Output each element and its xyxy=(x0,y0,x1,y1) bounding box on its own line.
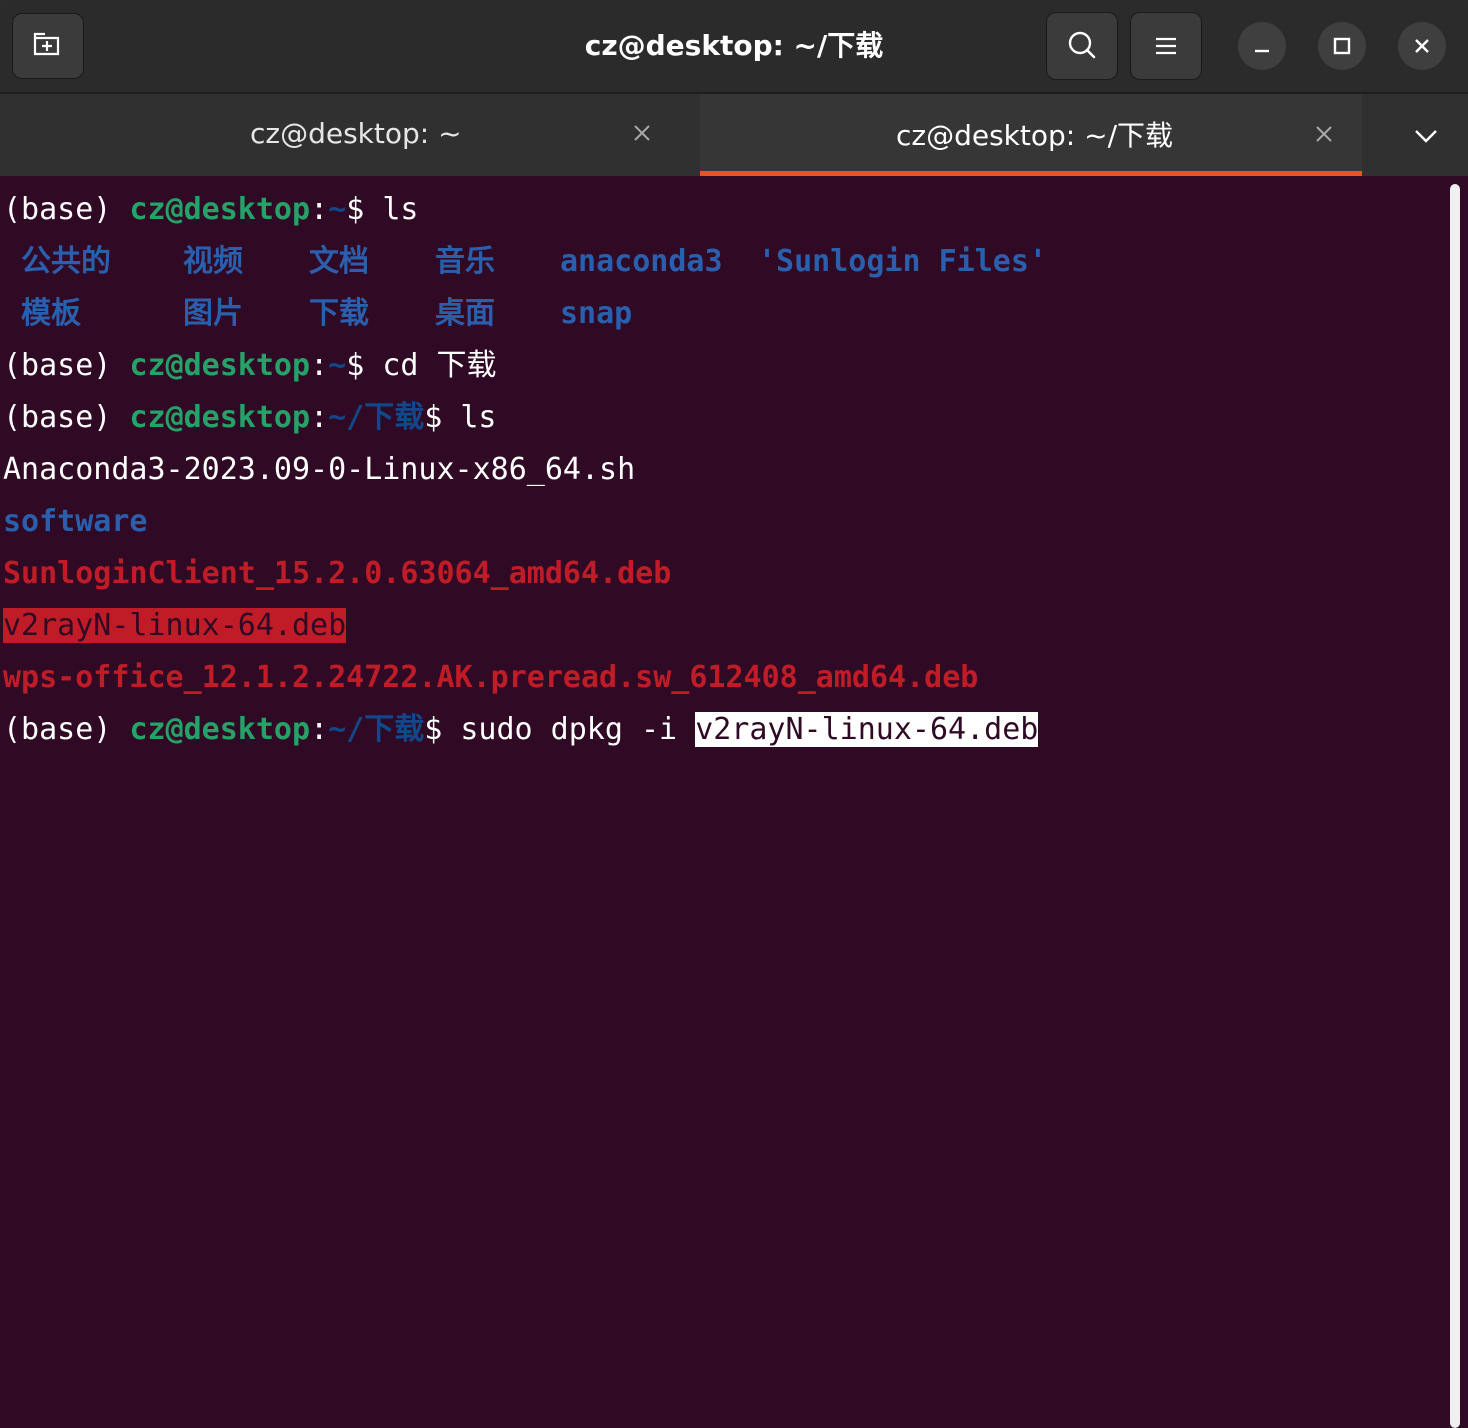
terminal-line: (base) cz@desktop:~/下载$ ls xyxy=(3,392,497,444)
prompt-colon: : xyxy=(310,712,329,747)
tab-downloads-close-button[interactable] xyxy=(1311,121,1337,147)
close-icon xyxy=(1415,39,1429,53)
ls-output-row: 公共的 视频 文档 音乐 anaconda3 'Sunlogin Files' xyxy=(3,236,1103,288)
directory-entry: snap xyxy=(560,296,633,331)
prompt-path: ~/下载 xyxy=(328,712,425,747)
command-text: ls xyxy=(382,192,419,227)
directory-entry: 图片 xyxy=(183,296,243,331)
prompt-colon: : xyxy=(310,400,329,435)
prompt-env: (base) xyxy=(3,348,130,383)
directory-entry: 模板 xyxy=(21,296,81,331)
prompt-user-host: cz@desktop xyxy=(129,712,311,747)
command-text: sudo dpkg -i xyxy=(460,712,696,747)
selected-text[interactable]: v2rayN-linux-64.deb xyxy=(695,712,1039,747)
prompt-dollar: $ xyxy=(346,192,383,227)
prompt-path: ~/下载 xyxy=(328,400,425,435)
prompt-dollar: $ xyxy=(424,400,461,435)
header-bar: cz@desktop: ~/下载 xyxy=(0,0,1468,94)
terminal-input-line[interactable]: (base) cz@desktop:~/下载$ sudo dpkg -i v2r… xyxy=(3,704,1039,756)
prompt-path: ~ xyxy=(328,348,347,383)
tab-home[interactable]: cz@desktop: ~ xyxy=(0,94,700,176)
prompt-path: ~ xyxy=(328,192,347,227)
new-tab-icon xyxy=(33,32,60,56)
prompt-colon: : xyxy=(310,348,329,383)
directory-entry: 下载 xyxy=(309,296,369,331)
new-tab-button[interactable] xyxy=(12,13,84,79)
directory-entry: 视频 xyxy=(183,244,243,279)
ls-output-row: 模板 图片 下载 桌面 snap xyxy=(3,288,1103,340)
command-text: ls xyxy=(460,400,497,435)
close-window-button[interactable] xyxy=(1398,22,1446,70)
directory-entry: software xyxy=(3,504,148,539)
tab-home-close-button[interactable] xyxy=(629,120,655,146)
tab-downloads-label: cz@desktop: ~/下载 xyxy=(896,119,1174,152)
prompt-colon: : xyxy=(310,192,329,227)
search-icon xyxy=(1068,31,1096,59)
terminal-line: (base) cz@desktop:~$ ls xyxy=(3,184,418,236)
minimize-icon xyxy=(1255,49,1269,53)
tab-home-label: cz@desktop: ~ xyxy=(250,117,462,150)
tab-downloads[interactable]: cz@desktop: ~/下载 xyxy=(700,94,1362,176)
prompt-user-host: cz@desktop xyxy=(129,400,311,435)
prompt-env: (base) xyxy=(3,192,130,227)
search-button[interactable] xyxy=(1046,12,1118,80)
file-entry: Anaconda3-2023.09-0-Linux-x86_64.sh xyxy=(3,452,636,487)
tabs-dropdown-button[interactable] xyxy=(1404,118,1448,154)
terminal-scrollbar[interactable] xyxy=(1450,184,1460,1428)
directory-entry: 文档 xyxy=(309,244,369,279)
directory-entry: 音乐 xyxy=(435,244,495,279)
directory-entry: 'Sunlogin Files' xyxy=(758,244,1047,279)
tab-close-icon xyxy=(1316,126,1332,142)
terminal-output[interactable]: (base) cz@desktop:~$ ls 公共的 视频 文档 音乐 ana… xyxy=(0,176,1446,1428)
prompt-dollar: $ xyxy=(424,712,461,747)
prompt-user-host: cz@desktop xyxy=(129,348,311,383)
tab-bar: cz@desktop: ~ cz@desktop: ~/下载 xyxy=(0,94,1468,176)
hamburger-menu-icon xyxy=(1156,37,1176,55)
prompt-env: (base) xyxy=(3,712,130,747)
maximize-button[interactable] xyxy=(1318,22,1366,70)
archive-entry-highlighted: v2rayN-linux-64.deb xyxy=(3,600,347,652)
prompt-env: (base) xyxy=(3,400,130,435)
tab-close-icon xyxy=(634,125,650,141)
archive-entry: wps-office_12.1.2.24722.AK.preread.sw_61… xyxy=(3,660,979,695)
directory-entry: 桌面 xyxy=(435,296,495,331)
directory-entry: 公共的 xyxy=(21,244,111,279)
command-text: cd 下载 xyxy=(382,348,497,383)
terminal-line: (base) cz@desktop:~$ cd 下载 xyxy=(3,340,497,392)
maximize-icon xyxy=(1333,37,1351,55)
prompt-dollar: $ xyxy=(346,348,383,383)
directory-entry: anaconda3 xyxy=(560,244,723,279)
main-menu-button[interactable] xyxy=(1130,12,1202,80)
minimize-button[interactable] xyxy=(1238,22,1286,70)
archive-entry: SunloginClient_15.2.0.63064_amd64.deb xyxy=(3,556,672,591)
highlighted-filename: v2rayN-linux-64.deb xyxy=(3,608,347,643)
window-title: cz@desktop: ~/下载 xyxy=(584,29,884,62)
terminal-window: cz@desktop: ~/下载 cz@desktop: ~ cz@deskto… xyxy=(0,0,1468,1428)
prompt-user-host: cz@desktop xyxy=(129,192,311,227)
chevron-down-icon xyxy=(1415,130,1437,143)
